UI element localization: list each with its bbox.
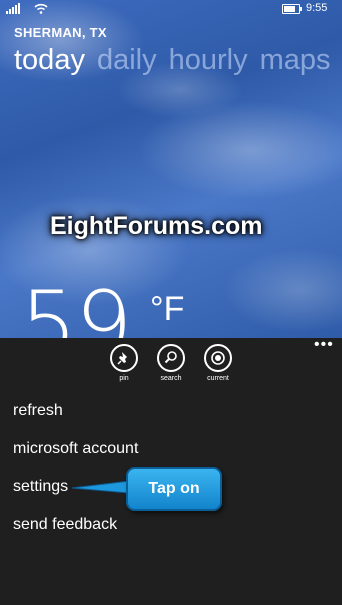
menu-item-refresh[interactable]: refresh — [13, 401, 138, 439]
pin-button[interactable]: pin — [102, 344, 146, 382]
menu-item-microsoft-account[interactable]: microsoft account — [13, 439, 138, 477]
search-label: search — [160, 375, 182, 382]
pin-icon — [110, 344, 138, 372]
search-button[interactable]: search — [149, 344, 193, 382]
tab-maps[interactable]: maps — [260, 44, 331, 76]
current-label: current — [207, 375, 229, 382]
pivot-header: today daily hourly maps — [14, 44, 342, 77]
status-bar: 9:55 — [0, 0, 342, 18]
tab-today[interactable]: today — [14, 44, 85, 76]
tap-on-callout: Tap on — [126, 467, 222, 511]
signal-icon — [6, 3, 20, 14]
battery-icon — [282, 4, 302, 14]
clock: 9:55 — [306, 2, 328, 14]
watermark: EightForums.com — [50, 212, 263, 240]
temperature-unit: °F — [150, 290, 185, 328]
tab-daily[interactable]: daily — [97, 44, 157, 76]
more-options-button[interactable]: ••• — [314, 336, 334, 354]
location-name: SHERMAN, TX — [14, 25, 107, 40]
callout-pointer — [72, 480, 131, 494]
menu-item-send-feedback[interactable]: send feedback — [13, 515, 138, 553]
search-icon — [157, 344, 185, 372]
wifi-icon — [34, 3, 48, 14]
app-bar-menu: refresh microsoft account settings send … — [13, 401, 138, 553]
current-location-icon — [204, 344, 232, 372]
pin-label: pin — [119, 375, 129, 382]
current-location-button[interactable]: current — [196, 344, 240, 382]
tab-hourly[interactable]: hourly — [169, 44, 248, 76]
